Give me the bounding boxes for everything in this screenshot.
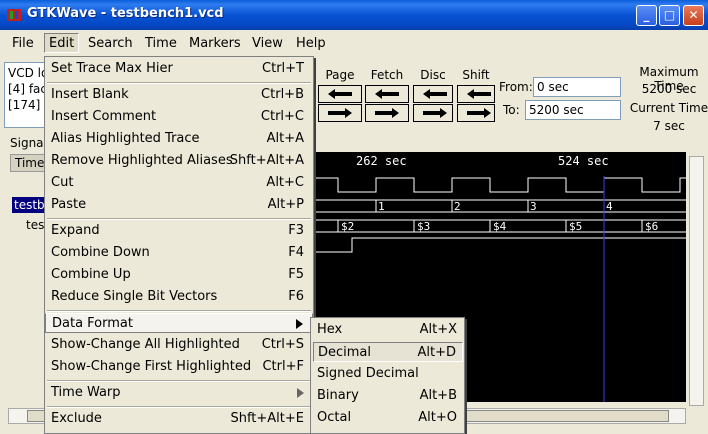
submenu-arrow-icon bbox=[297, 388, 304, 398]
menu-separator bbox=[47, 82, 311, 84]
menu-item-cut[interactable]: Cut Alt+C bbox=[45, 173, 313, 193]
page-nav: Page bbox=[318, 68, 362, 122]
page-label: Page bbox=[325, 68, 355, 82]
arrow-left-icon bbox=[423, 89, 447, 99]
signals-group-label: Signa bbox=[10, 136, 44, 150]
menu-item-exclude[interactable]: Exclude Shft+Alt+E bbox=[45, 409, 313, 429]
menu-separator bbox=[47, 310, 311, 312]
submenu-item-binary[interactable]: Binary Alt+B bbox=[313, 386, 463, 406]
gtkwave-app-icon bbox=[7, 9, 21, 21]
arrow-right-icon bbox=[375, 108, 399, 118]
fetch-nav: Fetch bbox=[365, 68, 409, 122]
menu-item-combine-up[interactable]: Combine Up F5 bbox=[45, 265, 313, 285]
counter-value: 4 bbox=[606, 200, 613, 213]
counter-value: 1 bbox=[378, 200, 385, 213]
menu-time[interactable]: Time bbox=[145, 36, 177, 51]
shift-nav: Shift bbox=[457, 68, 495, 122]
bus-value: $2 bbox=[341, 220, 354, 233]
page-right-button[interactable] bbox=[318, 104, 362, 122]
current-time-label: Current Time bbox=[629, 101, 708, 115]
arrow-left-icon bbox=[375, 89, 399, 99]
menu-search[interactable]: Search bbox=[88, 36, 133, 51]
fetch-right-button[interactable] bbox=[365, 104, 409, 122]
close-button[interactable]: ✕ bbox=[683, 5, 704, 26]
menu-view[interactable]: View bbox=[252, 36, 283, 51]
maximize-button[interactable]: □ bbox=[659, 5, 680, 26]
window-title: GTKWave - testbench1.vcd bbox=[27, 6, 224, 21]
shift-left-button[interactable] bbox=[457, 85, 495, 103]
arrow-right-icon bbox=[328, 108, 352, 118]
menu-item-combine-down[interactable]: Combine Down F4 bbox=[45, 243, 313, 263]
submenu-item-signed-decimal[interactable]: Signed Decimal bbox=[313, 364, 463, 384]
arrow-left-icon bbox=[328, 89, 352, 99]
page-left-button[interactable] bbox=[318, 85, 362, 103]
counter-value: 2 bbox=[454, 200, 461, 213]
menu-item-reduce-single-bit[interactable]: Reduce Single Bit Vectors F6 bbox=[45, 287, 313, 307]
submenu-arrow-icon bbox=[296, 319, 303, 329]
menu-item-insert-comment[interactable]: Insert Comment Ctrl+C bbox=[45, 107, 313, 127]
bus-value: $3 bbox=[417, 220, 430, 233]
signal-row[interactable]: tes bbox=[26, 218, 44, 232]
vertical-scrollbar[interactable] bbox=[689, 156, 704, 406]
arrow-right-icon bbox=[423, 108, 447, 118]
menu-item-insert-blank[interactable]: Insert Blank Ctrl+B bbox=[45, 85, 313, 105]
from-label: From: bbox=[499, 80, 533, 94]
arrow-left-icon bbox=[467, 89, 491, 99]
disc-nav: Disc bbox=[413, 68, 453, 122]
reset-trace bbox=[312, 237, 686, 253]
disc-label: Disc bbox=[420, 68, 446, 82]
arrow-right-icon bbox=[467, 108, 491, 118]
submenu-item-decimal[interactable]: Decimal Alt+D bbox=[313, 342, 463, 362]
menu-separator bbox=[47, 406, 311, 408]
edit-menu-dropdown: Set Trace Max Hier Ctrl+T Insert Blank Ctr… bbox=[44, 56, 314, 434]
menu-item-data-format[interactable]: Data Format bbox=[45, 313, 313, 333]
disc-left-button[interactable] bbox=[413, 85, 453, 103]
menu-item-alias-highlighted[interactable]: Alias Highlighted Trace Alt+A bbox=[45, 129, 313, 149]
menu-help[interactable]: Help bbox=[296, 36, 326, 51]
menu-item-paste[interactable]: Paste Alt+P bbox=[45, 195, 313, 215]
submenu-item-octal[interactable]: Octal Alt+O bbox=[313, 408, 463, 428]
data-format-submenu: Hex Alt+X Decimal Alt+D Signed Decimal Bin… bbox=[310, 317, 465, 434]
bus-value: $6 bbox=[645, 220, 658, 233]
menu-separator bbox=[47, 380, 311, 382]
menu-item-expand[interactable]: Expand F3 bbox=[45, 221, 313, 241]
to-input[interactable]: 5200 sec bbox=[525, 100, 621, 120]
fetch-label: Fetch bbox=[370, 68, 404, 82]
menu-markers[interactable]: Markers bbox=[189, 36, 241, 51]
menu-separator bbox=[47, 218, 311, 220]
from-input[interactable]: 0 sec bbox=[533, 77, 621, 97]
menu-item-set-trace-max-hier[interactable]: Set Trace Max Hier Ctrl+T bbox=[45, 59, 313, 79]
counter-value: 3 bbox=[530, 200, 537, 213]
shift-label: Shift bbox=[462, 68, 490, 82]
menu-item-remove-aliases[interactable]: Remove Highlighted Aliases Shft+Alt+A bbox=[45, 151, 313, 171]
menu-item-time-warp[interactable]: Time Warp bbox=[45, 383, 313, 403]
clock-trace bbox=[312, 177, 686, 193]
bus-value: $4 bbox=[493, 220, 507, 233]
submenu-item-hex[interactable]: Hex Alt+X bbox=[313, 320, 463, 340]
menu-file[interactable]: File bbox=[12, 36, 34, 51]
to-label: To: bbox=[503, 103, 520, 117]
max-time-value: 5200 sec bbox=[641, 82, 697, 96]
menu-item-show-change-all[interactable]: Show-Change All Highlighted Ctrl+S bbox=[45, 335, 313, 355]
disc-right-button[interactable] bbox=[413, 104, 453, 122]
minimize-button[interactable]: _ bbox=[636, 5, 657, 26]
fetch-left-button[interactable] bbox=[365, 85, 409, 103]
menu-edit[interactable]: Edit bbox=[44, 33, 80, 53]
shift-right-button[interactable] bbox=[457, 104, 495, 122]
bus-value: $5 bbox=[569, 220, 582, 233]
menu-bar: File Edit Search Time Markers View Help bbox=[0, 30, 708, 56]
title-bar: GTKWave - testbench1.vcd _ □ ✕ bbox=[0, 0, 708, 30]
current-time-value: 7 sec bbox=[653, 119, 685, 133]
menu-item-show-change-first[interactable]: Show-Change First Highlighted Ctrl+F bbox=[45, 357, 313, 377]
